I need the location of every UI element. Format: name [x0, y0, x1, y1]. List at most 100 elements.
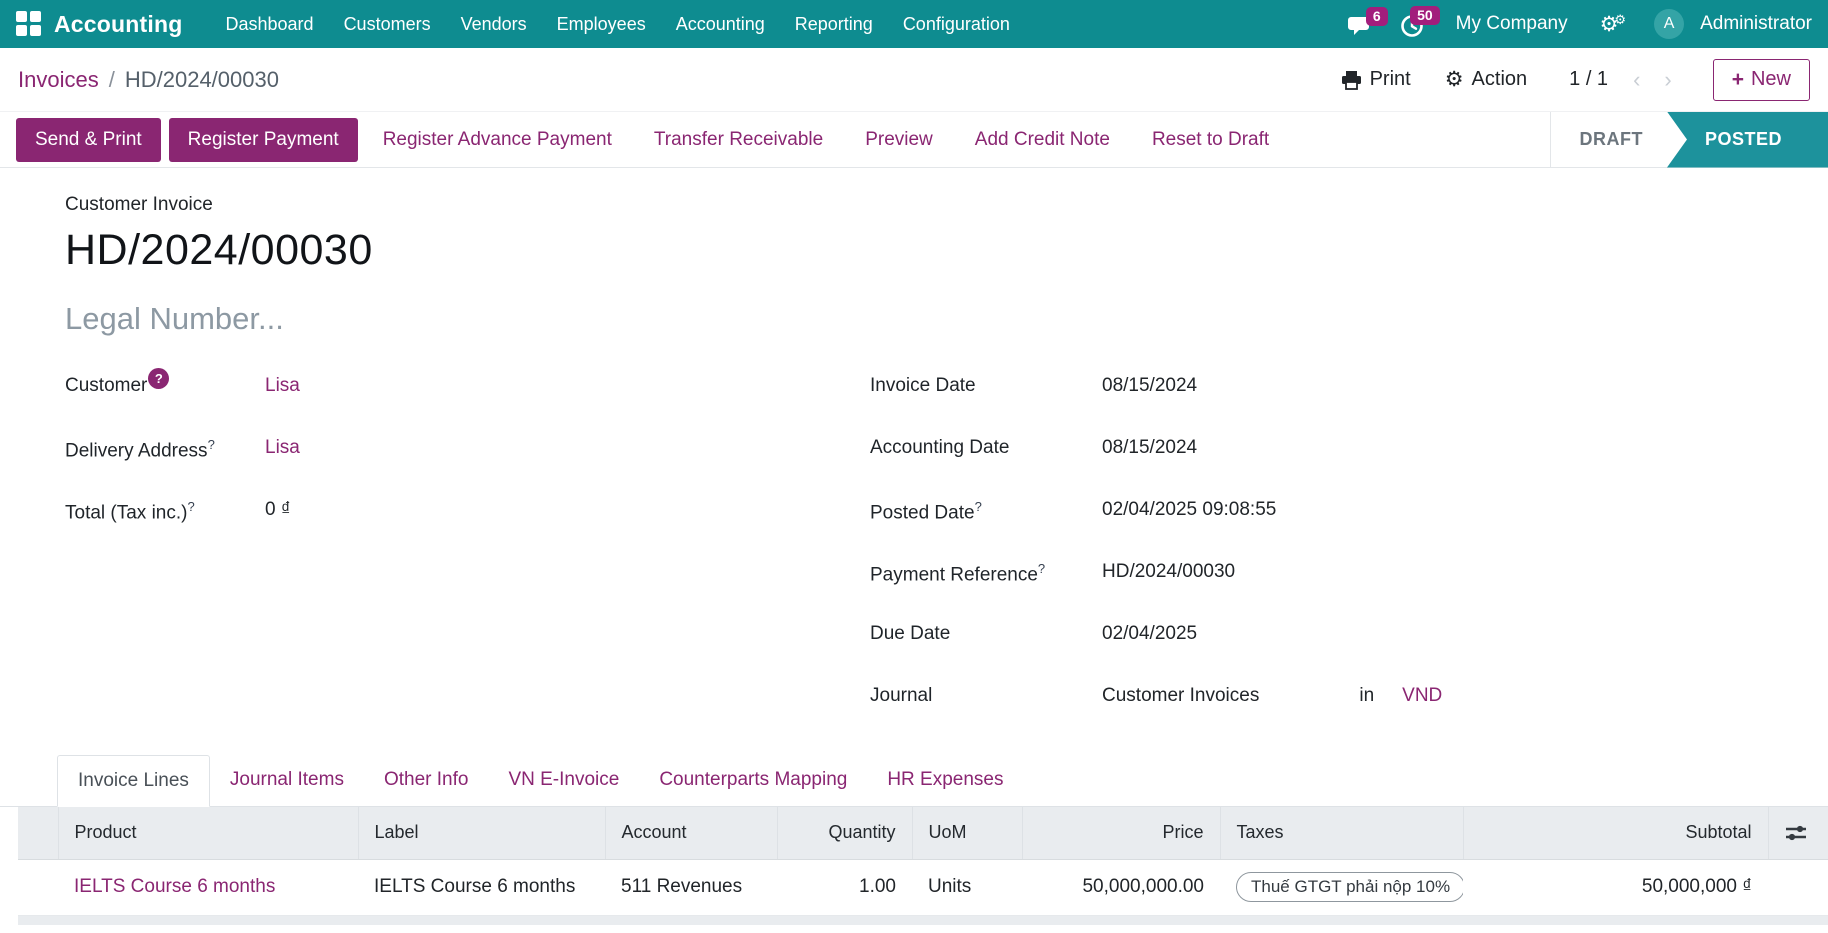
total-tax-inc-label: Total (Tax inc.)? — [65, 499, 265, 524]
field-customer: Customer? Lisa — [65, 375, 870, 437]
invoice-line-row[interactable]: IELTS Course 6 months IELTS Course 6 mon… — [18, 859, 1828, 915]
customer-label: Customer? — [65, 375, 265, 397]
cell-account[interactable]: 511 Revenues — [605, 859, 777, 915]
user-avatar[interactable]: A — [1654, 9, 1684, 39]
cell-price[interactable]: 50,000,000.00 — [1022, 859, 1220, 915]
row-gutter — [18, 859, 58, 915]
register-advance-payment-button[interactable]: Register Advance Payment — [366, 118, 629, 162]
pager-next-icon[interactable]: › — [1655, 67, 1680, 93]
plus-icon: + — [1732, 68, 1744, 92]
add-credit-note-button[interactable]: Add Credit Note — [958, 118, 1127, 162]
header-label[interactable]: Label — [358, 807, 605, 859]
apps-menu-icon[interactable] — [16, 11, 42, 37]
legal-number-input[interactable]: Legal Number... — [65, 301, 1810, 337]
cell-quantity[interactable]: 1.00 — [777, 859, 912, 915]
tab-hr-expenses[interactable]: HR Expenses — [867, 755, 1023, 806]
table-header-row: Product Label Account Quantity UoM Price… — [18, 807, 1828, 859]
due-date-value[interactable]: 02/04/2025 — [1102, 623, 1197, 645]
tab-invoice-lines[interactable]: Invoice Lines — [57, 755, 210, 807]
top-navbar: Accounting Dashboard Customers Vendors E… — [0, 0, 1828, 48]
nav-item-dashboard[interactable]: Dashboard — [211, 0, 329, 48]
header-subtotal[interactable]: Subtotal — [1463, 807, 1768, 859]
invoice-date-value[interactable]: 08/15/2024 — [1102, 375, 1197, 397]
cell-taxes[interactable]: Thuế GTGT phải nộp 10% — [1220, 859, 1463, 915]
cell-label[interactable]: IELTS Course 6 months — [358, 859, 605, 915]
total-tax-inc-value[interactable]: 0 ₫ — [265, 499, 291, 521]
tab-journal-items[interactable]: Journal Items — [210, 755, 364, 806]
cell-uom[interactable]: Units — [912, 859, 1022, 915]
header-account[interactable]: Account — [605, 807, 777, 859]
nav-item-customers[interactable]: Customers — [329, 0, 446, 48]
header-taxes[interactable]: Taxes — [1220, 807, 1463, 859]
breadcrumb-invoices-link[interactable]: Invoices — [18, 67, 99, 93]
tax-badge[interactable]: Thuế GTGT phải nộp 10% — [1236, 872, 1463, 902]
action-button[interactable]: ⚙ Action — [1431, 61, 1541, 98]
messages-badge: 6 — [1366, 7, 1388, 26]
payment-reference-label: Payment Reference? — [870, 561, 1102, 586]
header-product[interactable]: Product — [58, 807, 358, 859]
header-optional-columns — [1768, 807, 1828, 859]
company-switcher[interactable]: My Company — [1442, 13, 1582, 35]
invoice-form-sheet: Customer Invoice HD/2024/00030 Legal Num… — [0, 168, 1828, 747]
journal-value[interactable]: Customer Invoices — [1102, 685, 1259, 707]
posted-date-value: 02/04/2025 09:08:55 — [1102, 499, 1276, 521]
tab-vn-e-invoice[interactable]: VN E-Invoice — [488, 755, 639, 806]
journal-label: Journal — [870, 685, 1102, 707]
payment-reference-help-icon: ? — [1038, 561, 1045, 576]
invoice-number-title: HD/2024/00030 — [65, 226, 1810, 275]
new-label: New — [1751, 68, 1791, 91]
action-label: Action — [1472, 68, 1528, 91]
field-invoice-date: Invoice Date 08/15/2024 — [870, 375, 1810, 437]
gear-icon: ⚙ — [1445, 67, 1464, 92]
nav-item-accounting[interactable]: Accounting — [661, 0, 780, 48]
new-button[interactable]: + New — [1713, 59, 1810, 101]
delivery-address-label: Delivery Address? — [65, 437, 265, 462]
user-menu[interactable]: Administrator — [1700, 13, 1812, 35]
accounting-date-value[interactable]: 08/15/2024 — [1102, 437, 1197, 459]
header-gutter — [18, 807, 58, 859]
next-row-strip — [18, 916, 1828, 925]
messages-icon[interactable]: 6 — [1338, 11, 1382, 37]
pager-prev-icon[interactable]: ‹ — [1624, 67, 1649, 93]
app-title[interactable]: Accounting — [54, 11, 183, 38]
cell-product[interactable]: IELTS Course 6 months — [58, 859, 358, 915]
invoice-date-label: Invoice Date — [870, 375, 1102, 397]
cell-subtotal: 50,000,000 ₫ — [1463, 859, 1768, 915]
settings-cogs-icon[interactable]: ⚙⚙ — [1590, 12, 1640, 37]
tab-other-info[interactable]: Other Info — [364, 755, 489, 806]
header-uom[interactable]: UoM — [912, 807, 1022, 859]
send-print-button[interactable]: Send & Print — [16, 118, 161, 162]
customer-value-link[interactable]: Lisa — [265, 375, 300, 397]
print-button[interactable]: Print — [1327, 62, 1425, 97]
accounting-date-label: Accounting Date — [870, 437, 1102, 459]
header-quantity[interactable]: Quantity — [777, 807, 912, 859]
journal-currency-link[interactable]: VND — [1402, 685, 1442, 707]
preview-button[interactable]: Preview — [848, 118, 950, 162]
document-type-label: Customer Invoice — [65, 194, 1810, 216]
status-draft[interactable]: DRAFT — [1551, 129, 1667, 150]
field-delivery-address: Delivery Address? Lisa — [65, 437, 870, 499]
statusbar: Send & Print Register Payment Register A… — [0, 112, 1828, 168]
transfer-receivable-button[interactable]: Transfer Receivable — [637, 118, 840, 162]
delivery-help-icon: ? — [208, 437, 215, 452]
breadcrumb-separator: / — [109, 67, 115, 93]
sliders-icon[interactable] — [1785, 823, 1807, 843]
nav-item-reporting[interactable]: Reporting — [780, 0, 888, 48]
tab-counterparts-mapping[interactable]: Counterparts Mapping — [639, 755, 867, 806]
posted-date-label: Posted Date? — [870, 499, 1102, 524]
activities-icon[interactable]: 50 — [1390, 10, 1434, 38]
total-help-icon: ? — [187, 499, 194, 514]
activities-badge: 50 — [1410, 6, 1440, 25]
reset-to-draft-button[interactable]: Reset to Draft — [1135, 118, 1286, 162]
nav-item-employees[interactable]: Employees — [542, 0, 661, 48]
nav-item-configuration[interactable]: Configuration — [888, 0, 1025, 48]
register-payment-button[interactable]: Register Payment — [169, 118, 358, 162]
field-accounting-date: Accounting Date 08/15/2024 — [870, 437, 1810, 499]
nav-item-vendors[interactable]: Vendors — [446, 0, 542, 48]
customer-help-icon[interactable]: ? — [148, 368, 169, 389]
delivery-address-value-link[interactable]: Lisa — [265, 437, 300, 459]
payment-reference-value[interactable]: HD/2024/00030 — [1102, 561, 1235, 583]
due-date-label: Due Date — [870, 623, 1102, 645]
header-price[interactable]: Price — [1022, 807, 1220, 859]
tab-bar: Invoice Lines Journal Items Other Info V… — [0, 755, 1828, 807]
